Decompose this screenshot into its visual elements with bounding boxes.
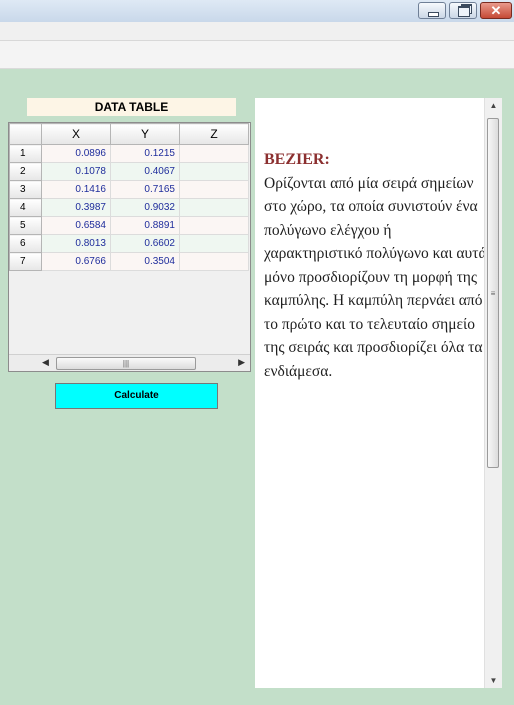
cell-x[interactable]: 0.0896 <box>41 144 111 163</box>
row-header[interactable]: 6 <box>9 234 42 253</box>
table-row: 5 0.6584 0.8891 <box>9 216 249 235</box>
cell-z[interactable] <box>179 216 249 235</box>
row-header[interactable]: 1 <box>9 144 42 163</box>
cell-x[interactable]: 0.3987 <box>41 198 111 217</box>
cell-x[interactable]: 0.6766 <box>41 252 111 271</box>
title-bar: ✕ <box>0 0 514 23</box>
cell-z[interactable] <box>179 252 249 271</box>
close-icon: ✕ <box>490 3 502 18</box>
minimize-button[interactable] <box>418 2 446 19</box>
table-row: 3 0.1416 0.7165 <box>9 180 249 199</box>
row-header[interactable]: 2 <box>9 162 42 181</box>
scroll-left-icon[interactable]: ◀ <box>42 357 49 368</box>
row-header[interactable]: 3 <box>9 180 42 199</box>
row-header[interactable]: 4 <box>9 198 42 217</box>
cell-y[interactable]: 0.9032 <box>110 198 180 217</box>
table-row: 1 0.0896 0.1215 <box>9 144 249 163</box>
column-header-x[interactable]: X <box>41 123 111 145</box>
cell-z[interactable] <box>179 198 249 217</box>
cell-x[interactable]: 0.6584 <box>41 216 111 235</box>
horizontal-scrollbar[interactable]: ◀ ||| ▶ <box>9 354 250 371</box>
cell-z[interactable] <box>179 144 249 163</box>
vertical-scrollbar[interactable]: ▲ ≡ ▼ <box>484 98 502 688</box>
description-body: Ορίζονται από μία σειρά σημείων στο χώρο… <box>264 174 487 380</box>
description-heading: BEZIER: <box>264 151 330 168</box>
cell-y[interactable]: 0.6602 <box>110 234 180 253</box>
table-row: 6 0.8013 0.6602 <box>9 234 249 253</box>
cell-y[interactable]: 0.4067 <box>110 162 180 181</box>
cell-z[interactable] <box>179 180 249 199</box>
table-row: 7 0.6766 0.3504 <box>9 252 249 271</box>
column-header-z[interactable]: Z <box>179 123 249 145</box>
cell-x[interactable]: 0.1416 <box>41 180 111 199</box>
scroll-thumb[interactable]: ≡ <box>487 118 499 468</box>
cell-y[interactable]: 0.7165 <box>110 180 180 199</box>
restore-icon <box>458 6 470 17</box>
cell-x[interactable]: 0.8013 <box>41 234 111 253</box>
close-button[interactable]: ✕ <box>480 2 512 19</box>
cell-y[interactable]: 0.8891 <box>110 216 180 235</box>
cell-y[interactable]: 0.1215 <box>110 144 180 163</box>
description-panel[interactable]: BEZIER: Ορίζονται από μία σειρά σημείων … <box>255 98 502 688</box>
restore-button[interactable] <box>449 2 477 19</box>
scroll-right-icon[interactable]: ▶ <box>238 357 245 368</box>
description-text: BEZIER: Ορίζονται από μία σειρά σημείων … <box>264 148 490 383</box>
menu-bar <box>0 22 514 41</box>
corner-header <box>9 123 42 145</box>
cell-y[interactable]: 0.3504 <box>110 252 180 271</box>
data-grid[interactable]: X Y Z 1 0.0896 0.1215 2 0.1078 0.4067 3 … <box>8 122 251 372</box>
calculate-button[interactable]: Calculate <box>55 383 218 409</box>
table-row: 4 0.3987 0.9032 <box>9 198 249 217</box>
scroll-down-icon[interactable]: ▼ <box>485 676 502 685</box>
row-header[interactable]: 5 <box>9 216 42 235</box>
scroll-thumb[interactable]: ||| <box>56 357 196 370</box>
cell-z[interactable] <box>179 162 249 181</box>
minimize-icon <box>428 12 439 17</box>
data-table-title: DATA TABLE <box>27 98 236 116</box>
column-header-y[interactable]: Y <box>110 123 180 145</box>
toolbar-band <box>0 41 514 69</box>
cell-z[interactable] <box>179 234 249 253</box>
scroll-up-icon[interactable]: ▲ <box>485 101 502 110</box>
table-row: 2 0.1078 0.4067 <box>9 162 249 181</box>
row-header[interactable]: 7 <box>9 252 42 271</box>
cell-x[interactable]: 0.1078 <box>41 162 111 181</box>
